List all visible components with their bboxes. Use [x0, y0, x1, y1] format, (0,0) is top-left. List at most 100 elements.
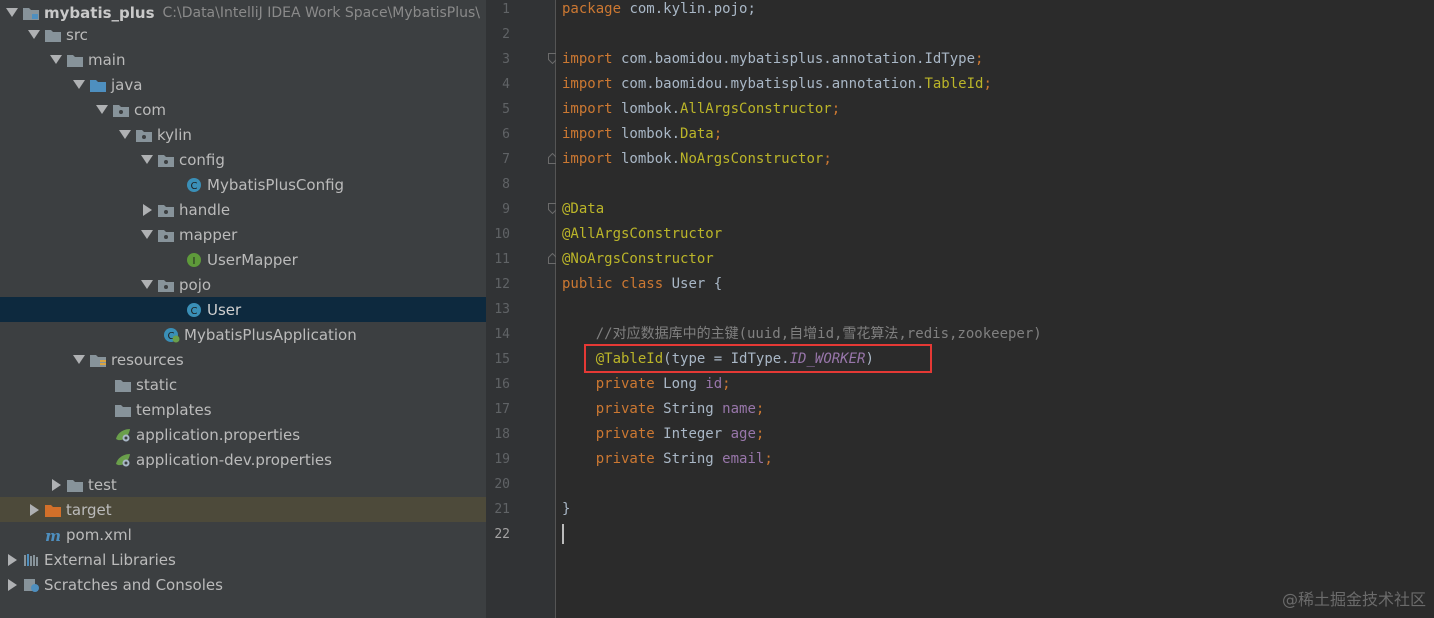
line-number-current: 22: [494, 527, 510, 542]
expand-arrow-icon[interactable]: [139, 277, 155, 293]
line-number: 5: [502, 102, 510, 117]
tree-item-com[interactable]: com: [0, 97, 486, 122]
line-number: 3: [502, 52, 510, 67]
code-line-6: import lombok.Data;: [562, 126, 723, 142]
package-icon: [157, 152, 175, 168]
tree-item-kylin[interactable]: kylin: [0, 122, 486, 147]
line-number: 10: [494, 227, 510, 242]
line-number: 12: [494, 277, 510, 292]
code-line-5: import lombok.AllArgsConstructor;: [562, 101, 841, 117]
collapse-arrow-icon[interactable]: [48, 477, 64, 493]
line-number: 11: [494, 252, 510, 267]
project-name: mybatis_plus: [44, 3, 155, 22]
tree-item-main[interactable]: main: [0, 47, 486, 72]
expand-arrow-icon[interactable]: [26, 27, 42, 43]
project-path: C:\Data\IntelliJ IDEA Work Space\Mybatis…: [162, 4, 481, 21]
line-number: 15: [494, 352, 510, 367]
watermark: @稀土掘金技术社区: [1281, 590, 1426, 609]
tree-item-pom-xml[interactable]: m pom.xml: [0, 522, 486, 547]
line-number: 9: [502, 202, 510, 217]
folder-icon: [114, 402, 132, 418]
code-line-10: @AllArgsConstructor: [562, 226, 723, 242]
line-number: 1: [502, 2, 510, 17]
code-line-21: }: [562, 501, 571, 517]
line-number: 16: [494, 377, 510, 392]
svg-text:C: C: [191, 306, 198, 317]
code-line-12: public class User {: [562, 276, 723, 292]
expand-arrow-icon[interactable]: [139, 152, 155, 168]
interface-icon: I: [185, 252, 203, 268]
tree-item-external-libraries[interactable]: External Libraries: [0, 547, 486, 572]
tree-item-resources[interactable]: resources: [0, 347, 486, 372]
tree-item-application-properties[interactable]: application.properties: [0, 422, 486, 447]
line-number: 8: [502, 177, 510, 192]
svg-text:I: I: [193, 256, 196, 267]
tree-item-mapper[interactable]: mapper: [0, 222, 486, 247]
tree-item-config[interactable]: config: [0, 147, 486, 172]
tree-item-static[interactable]: static: [0, 372, 486, 397]
expand-arrow-icon[interactable]: [48, 52, 64, 68]
tree-item-user[interactable]: C User: [0, 297, 486, 322]
tree-item-mybatisplusconfig[interactable]: C MybatisPlusConfig: [0, 172, 486, 197]
line-number-gutter[interactable]: 1 2 3 4 5 6 7 8 9 10 11 12 13 14 15 16 1…: [486, 0, 557, 618]
tree-item-handle[interactable]: handle: [0, 197, 486, 222]
code-line-16: private Long id;: [595, 376, 731, 392]
line-number: 6: [502, 127, 510, 142]
line-number: 13: [494, 302, 510, 317]
expand-arrow-icon[interactable]: [71, 352, 87, 368]
expand-arrow-icon[interactable]: [117, 127, 133, 143]
line-number: 18: [494, 427, 510, 442]
folder-icon: [114, 377, 132, 393]
code-line-3: import com.baomidou.mybatisplus.annotati…: [562, 51, 984, 67]
expand-arrow-icon[interactable]: [4, 5, 20, 21]
line-number: 7: [502, 152, 510, 167]
tree-item-java[interactable]: java: [0, 72, 486, 97]
tree-item-scratches[interactable]: Scratches and Consoles: [0, 572, 486, 597]
code-editor[interactable]: package com.kylin.pojo; import com.baomi…: [556, 0, 1434, 618]
svg-text:C: C: [191, 181, 198, 192]
text-caret: [562, 524, 564, 544]
code-line-1: package com.kylin.pojo;: [562, 1, 756, 17]
maven-icon: m: [44, 527, 62, 543]
line-number: 19: [494, 452, 510, 467]
collapse-arrow-icon[interactable]: [26, 502, 42, 518]
annotation-highlight-box: [584, 344, 932, 373]
code-line-17: private String name;: [595, 401, 765, 417]
package-icon: [157, 277, 175, 293]
folder-icon: [44, 27, 62, 43]
folder-icon: [66, 477, 84, 493]
line-number: 20: [494, 477, 510, 492]
code-line-18: private Integer age;: [595, 426, 765, 442]
spring-boot-class-icon: C: [162, 327, 180, 343]
tree-item-application-dev-properties[interactable]: application-dev.properties: [0, 447, 486, 472]
tree-item-target[interactable]: target: [0, 497, 486, 522]
module-folder-icon: [22, 5, 40, 21]
folder-icon: [66, 52, 84, 68]
expand-arrow-icon[interactable]: [71, 77, 87, 93]
line-number: 4: [502, 77, 510, 92]
tree-item-test[interactable]: test: [0, 472, 486, 497]
collapse-arrow-icon[interactable]: [139, 202, 155, 218]
class-icon: C: [185, 177, 203, 193]
collapse-arrow-icon[interactable]: [4, 552, 20, 568]
collapse-arrow-icon[interactable]: [4, 577, 20, 593]
tree-item-templates[interactable]: templates: [0, 397, 486, 422]
expand-arrow-icon[interactable]: [139, 227, 155, 243]
line-number: 17: [494, 402, 510, 417]
tree-item-pojo[interactable]: pojo: [0, 272, 486, 297]
code-line-19: private String email;: [595, 451, 773, 467]
code-line-9: @Data: [562, 201, 605, 217]
expand-arrow-icon[interactable]: [94, 102, 110, 118]
tree-item-src[interactable]: src: [0, 22, 486, 47]
project-tree[interactable]: mybatis_plus C:\Data\IntelliJ IDEA Work …: [0, 0, 486, 618]
code-line-4: import com.baomidou.mybatisplus.annotati…: [562, 76, 992, 92]
line-number: 21: [494, 502, 510, 517]
source-folder-icon: [89, 77, 107, 93]
tree-item-mybatisplusapplication[interactable]: C MybatisPlusApplication: [0, 322, 486, 347]
package-icon: [135, 127, 153, 143]
tree-item-usermapper[interactable]: I UserMapper: [0, 247, 486, 272]
package-icon: [157, 202, 175, 218]
class-icon: C: [185, 302, 203, 318]
scratches-icon: [22, 577, 40, 593]
spring-properties-icon: [114, 427, 132, 443]
